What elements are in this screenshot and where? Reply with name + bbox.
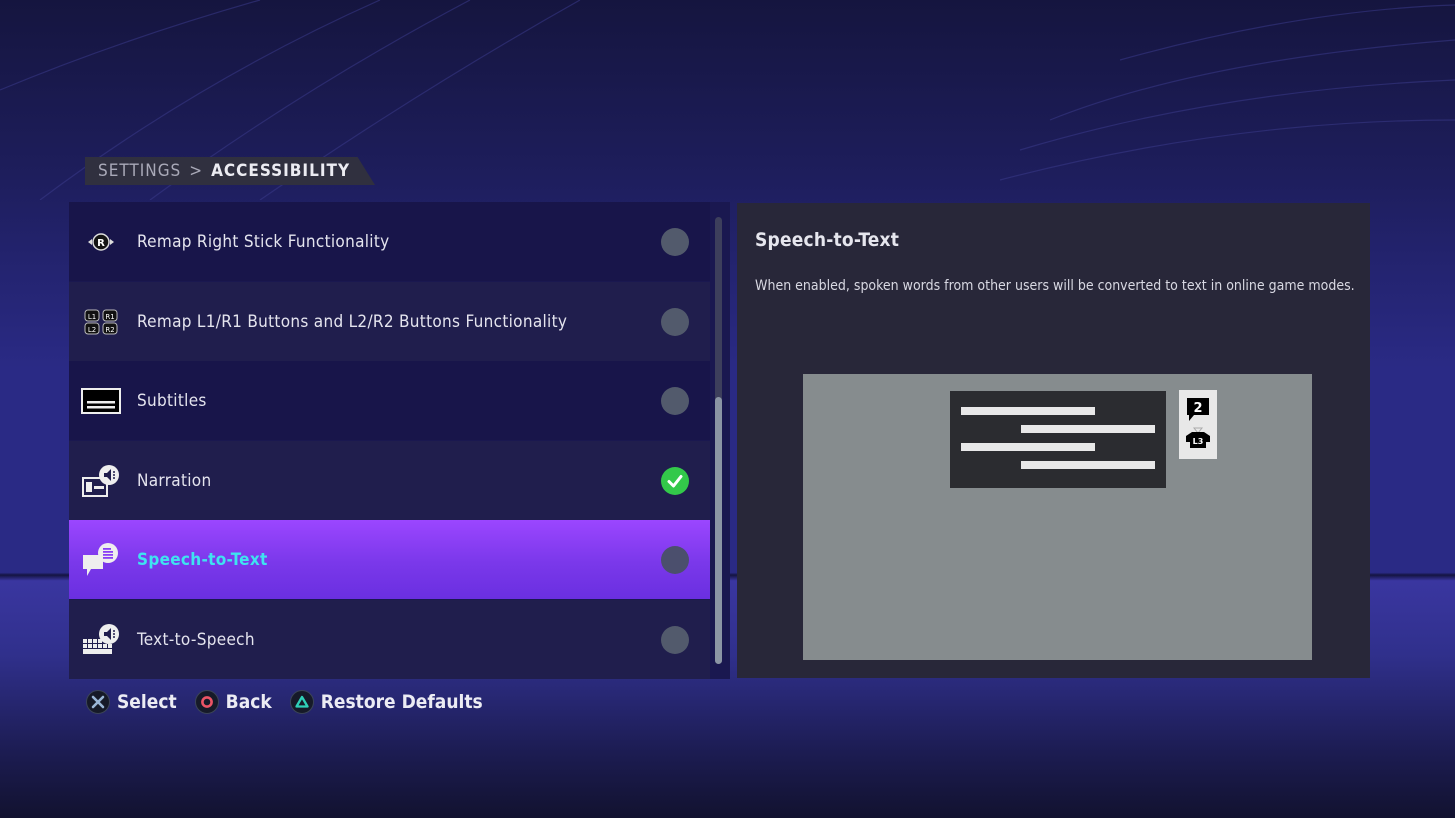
- player-badge: L3: [1193, 437, 1204, 446]
- toggle-on[interactable]: [661, 466, 689, 495]
- settings-item-label: Remap Right Stick Functionality: [137, 231, 390, 252]
- settings-item-label: Narration: [137, 470, 212, 491]
- back-button[interactable]: Back: [194, 690, 272, 714]
- caption-line: [961, 443, 1095, 451]
- toggle-off[interactable]: [661, 307, 689, 336]
- preview-side-badge: 2 L3: [1179, 390, 1217, 459]
- toggle-off[interactable]: [661, 227, 689, 256]
- cross-button-icon: [86, 690, 110, 714]
- settings-item-text-to-speech[interactable]: Text-to-Speech: [69, 600, 710, 679]
- narration-icon: [81, 461, 121, 501]
- settings-item-label: Subtitles: [137, 390, 207, 411]
- scrollbar-thumb[interactable]: [715, 397, 722, 664]
- l1-label: L1: [88, 313, 96, 321]
- breadcrumb-separator: >: [189, 161, 204, 181]
- back-label: Back: [225, 691, 272, 713]
- toggle-off[interactable]: [661, 545, 689, 574]
- r2-label: R2: [105, 326, 114, 334]
- caption-line: [961, 407, 1095, 415]
- settings-item-subtitles[interactable]: Subtitles: [69, 361, 710, 440]
- caption-line: [1021, 425, 1155, 433]
- detail-panel: Speech-to-Text When enabled, spoken word…: [737, 203, 1370, 678]
- select-label: Select: [117, 691, 177, 713]
- caption-line: [1021, 461, 1155, 469]
- settings-item-label: Remap L1/R1 Buttons and L2/R2 Buttons Fu…: [137, 311, 568, 332]
- restore-defaults-label: Restore Defaults: [320, 691, 483, 713]
- detail-title: Speech-to-Text: [755, 229, 900, 251]
- preview-image: 2 L3: [803, 374, 1312, 660]
- triangle-button-icon: [289, 690, 314, 714]
- settings-item-label: Text-to-Speech: [137, 629, 255, 650]
- subtitles-icon: [81, 381, 121, 421]
- settings-item-label: Speech-to-Text: [137, 549, 268, 570]
- text-to-speech-icon: [81, 620, 121, 660]
- detail-description: When enabled, spoken words from other us…: [755, 278, 1355, 294]
- settings-item-remap-right-stick[interactable]: R Remap Right Stick Functionality: [69, 202, 710, 281]
- button-prompts: Select Back Restore Defaults: [86, 690, 501, 714]
- settings-item-speech-to-text[interactable]: Speech-to-Text: [69, 520, 710, 599]
- player-shirt-icon: L3: [1186, 432, 1210, 448]
- checkmark-icon: [667, 474, 683, 487]
- settings-item-narration[interactable]: Narration: [69, 441, 710, 520]
- circle-button-icon: [194, 690, 219, 714]
- toggle-off[interactable]: [661, 386, 689, 415]
- toggle-off[interactable]: [661, 625, 689, 654]
- breadcrumb-settings[interactable]: SETTINGS: [98, 161, 181, 181]
- speech-to-text-icon: [81, 540, 121, 580]
- stick-letter: R: [97, 238, 105, 249]
- chat-count: 2: [1193, 401, 1202, 416]
- right-stick-icon: R: [81, 222, 121, 262]
- chat-bubble-icon: 2: [1187, 398, 1209, 421]
- shoulder-buttons-icon: L1 R1 L2 R2: [81, 302, 121, 342]
- preview-caption-box: [950, 391, 1166, 488]
- select-button[interactable]: Select: [86, 690, 177, 714]
- settings-item-remap-shoulder-buttons[interactable]: L1 R1 L2 R2 Remap L1/R1 Buttons and L2/R…: [69, 282, 710, 361]
- l2-label: L2: [88, 326, 96, 334]
- restore-defaults-button[interactable]: Restore Defaults: [289, 690, 483, 714]
- r1-label: R1: [105, 313, 114, 321]
- settings-list: R Remap Right Stick Functionality L1 R1 …: [69, 202, 730, 679]
- breadcrumb: SETTINGS > ACCESSIBILITY: [85, 157, 375, 185]
- breadcrumb-accessibility: ACCESSIBILITY: [211, 161, 351, 181]
